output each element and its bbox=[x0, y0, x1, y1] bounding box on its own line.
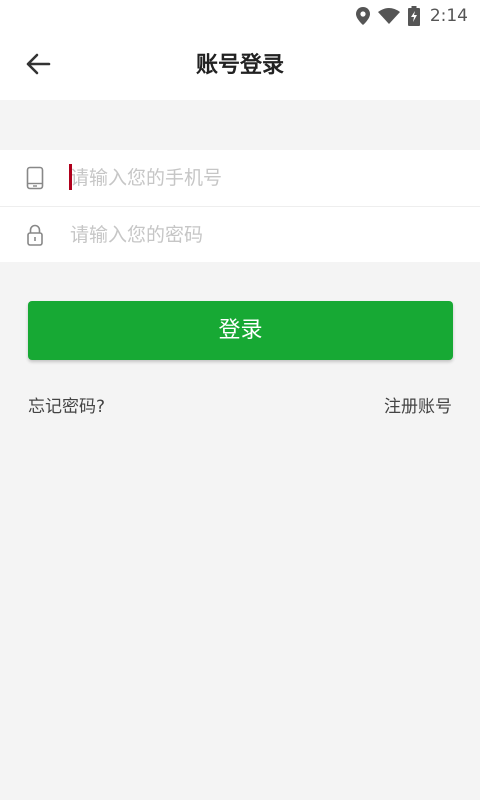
phone-icon bbox=[0, 166, 70, 190]
page-title: 账号登录 bbox=[195, 53, 284, 78]
app-bar: 账号登录 bbox=[0, 32, 480, 100]
forgot-password-link[interactable]: 忘记密码? bbox=[28, 392, 105, 417]
password-input[interactable] bbox=[70, 215, 450, 255]
login-button[interactable]: 登录 bbox=[28, 301, 453, 360]
register-link[interactable]: 注册账号 bbox=[384, 392, 452, 417]
battery-charging-icon bbox=[407, 6, 420, 26]
wifi-icon bbox=[377, 8, 400, 24]
lock-icon bbox=[0, 223, 70, 247]
phone-input[interactable] bbox=[70, 158, 450, 198]
location-icon bbox=[355, 7, 370, 25]
password-row bbox=[0, 207, 480, 263]
status-bar: 2:14 bbox=[0, 0, 480, 32]
text-caret bbox=[69, 164, 72, 190]
phone-row bbox=[0, 150, 480, 207]
login-form bbox=[0, 150, 480, 262]
status-time: 2:14 bbox=[429, 6, 468, 26]
